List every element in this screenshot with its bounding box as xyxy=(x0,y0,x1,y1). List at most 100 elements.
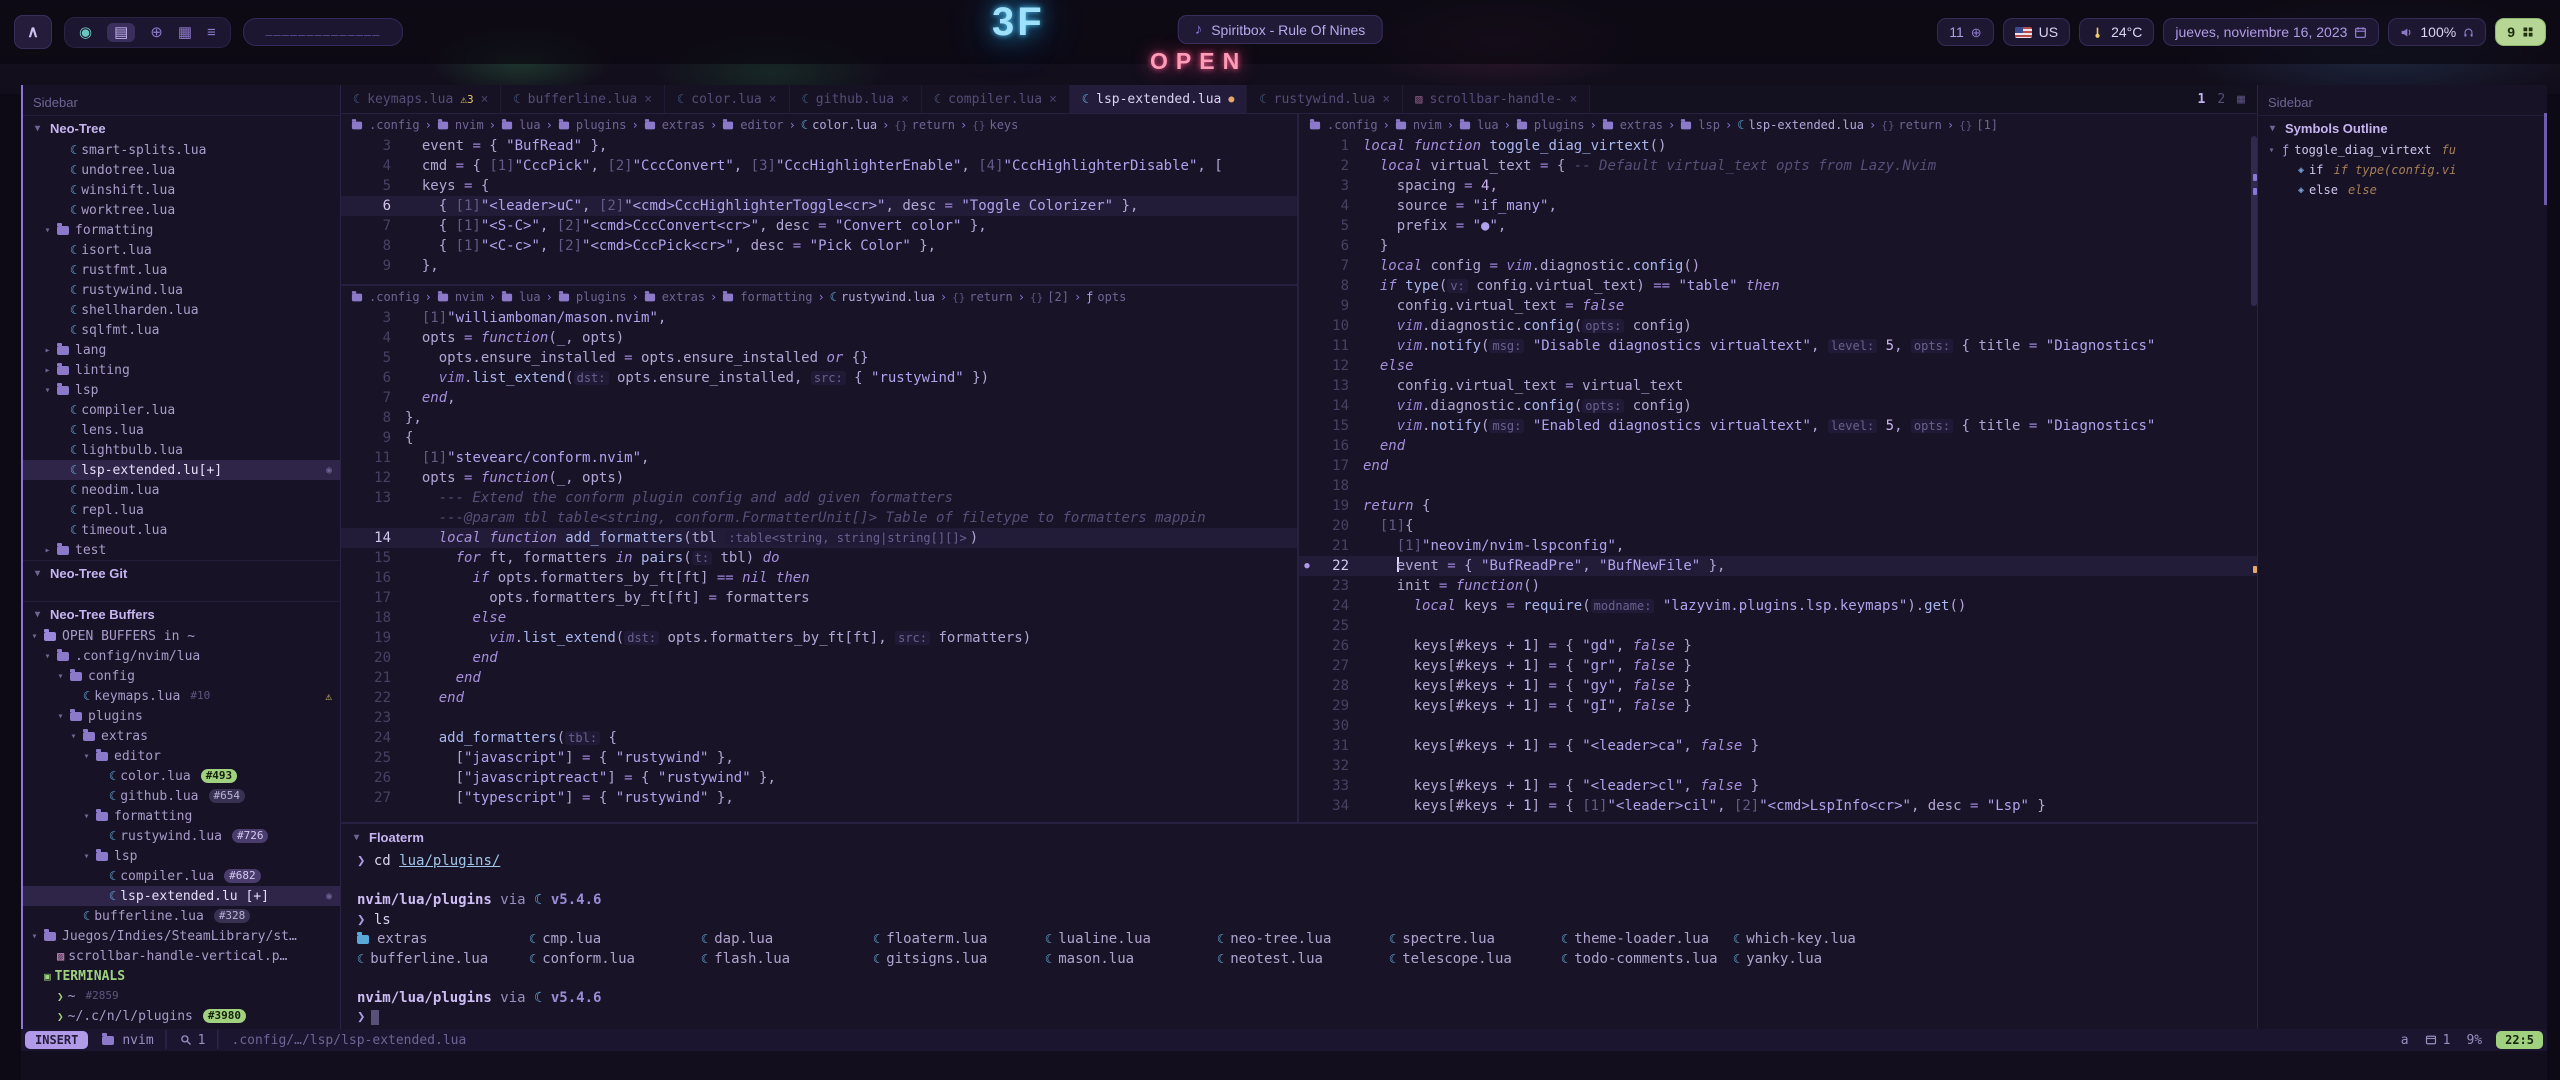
tree-item[interactable]: ☾rustywind.lua#726 xyxy=(23,826,340,846)
file-entry[interactable]: ☾bufferline.lua xyxy=(357,950,529,970)
code-line[interactable]: 18 else xyxy=(341,608,1297,628)
tree-item[interactable]: ▾lsp xyxy=(23,380,340,400)
tree-item[interactable]: ☾github.lua#654 xyxy=(23,786,340,806)
tree-item[interactable]: ☾winshift.lua xyxy=(23,180,340,200)
tree-item[interactable]: ▾Juegos/Indies/SteamLibrary/st… xyxy=(23,926,340,946)
tree-item[interactable]: ☾compiler.lua xyxy=(23,400,340,420)
code-line[interactable]: 16 if opts.formatters_by_ft[ft] == nil t… xyxy=(341,568,1297,588)
tree-item[interactable]: ☾undotree.lua xyxy=(23,160,340,180)
code-line[interactable]: 27 ["typescript"] = { "rustywind" }, xyxy=(341,788,1297,808)
code-line[interactable]: 8}, xyxy=(341,408,1297,428)
code-line[interactable]: ---@param tbl table<string, conform.Form… xyxy=(341,508,1297,528)
system-status-icon[interactable]: ◉ xyxy=(79,25,92,40)
close-icon[interactable]: × xyxy=(769,92,777,107)
code-line[interactable]: 33 keys[#keys + 1] = { "<leader>cl", fal… xyxy=(1299,776,2257,796)
tree-item[interactable]: ☾keymaps.lua#10⚠ xyxy=(23,686,340,706)
breadcrumb-item[interactable]: formatting xyxy=(722,290,812,304)
tab[interactable]: ☾github.lua× xyxy=(790,85,922,113)
breadcrumb-item[interactable]: .config xyxy=(1309,118,1378,132)
code-line[interactable]: 30 xyxy=(1299,716,2257,736)
tree-item[interactable]: ☾lsp-extended.lu[+]◉ xyxy=(23,460,340,480)
tree-item[interactable]: ☾color.lua#493 xyxy=(23,766,340,786)
code-line[interactable]: 21 end xyxy=(341,668,1297,688)
file-entry[interactable]: ☾lualine.lua xyxy=(1045,930,1217,950)
file-entry[interactable]: ☾telescope.lua xyxy=(1389,950,1561,970)
breadcrumb-item[interactable]: nvim xyxy=(1395,118,1442,132)
updates-module[interactable]: 11 ⊕ xyxy=(1937,18,1993,46)
code-line[interactable]: 8 if type(v: config.virtual_text) == "ta… xyxy=(1299,276,2257,296)
tab[interactable]: ☾color.lua× xyxy=(665,85,790,113)
tree-item[interactable]: ☾repl.lua xyxy=(23,500,340,520)
code-line[interactable]: 23 init = function() xyxy=(1299,576,2257,596)
outline-scrollbar[interactable] xyxy=(2544,113,2547,205)
close-icon[interactable]: × xyxy=(901,92,909,107)
breadcrumb-item[interactable]: lua xyxy=(501,290,541,304)
close-icon[interactable]: × xyxy=(644,92,652,107)
file-entry[interactable]: ☾floaterm.lua xyxy=(873,930,1045,950)
file-entry[interactable]: extras xyxy=(357,930,529,950)
tree-item[interactable]: ▾editor xyxy=(23,746,340,766)
tab[interactable]: ▨scrollbar-handle-× xyxy=(1403,85,1590,113)
code-line[interactable]: 6 } xyxy=(1299,236,2257,256)
tree-item[interactable]: ☾rustfmt.lua xyxy=(23,260,340,280)
tree-group-header[interactable]: ▾Neo-Tree Git xyxy=(23,560,340,585)
code-line[interactable]: 31 keys[#keys + 1] = { "<leader>ca", fal… xyxy=(1299,736,2257,756)
tab[interactable]: ☾compiler.lua× xyxy=(922,85,1070,113)
code-line[interactable]: 16 end xyxy=(1299,436,2257,456)
file-entry[interactable]: ☾flash.lua xyxy=(701,950,873,970)
file-path[interactable]: .config/…/lsp/lsp-extended.lua xyxy=(224,1033,475,1048)
tree-item[interactable]: ▨scrollbar-handle-vertical.p… xyxy=(23,946,340,966)
tree-item[interactable]: ☾shellharden.lua xyxy=(23,300,340,320)
file-entry[interactable]: ☾neotest.lua xyxy=(1217,950,1389,970)
tree-group-header[interactable]: ▾Neo-Tree Buffers xyxy=(23,601,340,626)
launcher-button[interactable]: ∧ xyxy=(14,15,52,49)
outline-item[interactable]: ◈ifif type(config.vi xyxy=(2258,160,2547,180)
file-entry[interactable]: ☾neo-tree.lua xyxy=(1217,930,1389,950)
weather-module[interactable]: 24°C xyxy=(2079,18,2154,46)
tree-item[interactable]: ▾extras xyxy=(23,726,340,746)
volume-module[interactable]: 100% xyxy=(2388,18,2486,46)
code-line[interactable]: 3 event = { "BufRead" }, xyxy=(341,136,1297,156)
code-line[interactable]: 21 [1]"neovim/nvim-lspconfig", xyxy=(1299,536,2257,556)
tree-item[interactable]: ☾worktree.lua xyxy=(23,200,340,220)
breadcrumb-item[interactable]: plugins xyxy=(1516,118,1585,132)
file-entry[interactable]: ☾mason.lua xyxy=(1045,950,1217,970)
code-line[interactable]: 5 opts.ensure_installed = opts.ensure_in… xyxy=(341,348,1297,368)
code-line[interactable]: 25 xyxy=(1299,616,2257,636)
tab-number[interactable]: 1 xyxy=(2198,92,2206,107)
breadcrumb-item[interactable]: {}return xyxy=(894,118,955,132)
code-line[interactable]: 6 vim.list_extend(dst: opts.ensure_insta… xyxy=(341,368,1297,388)
code-line[interactable]: 23 xyxy=(341,708,1297,728)
tree-item[interactable]: ☾isort.lua xyxy=(23,240,340,260)
code-line[interactable]: 26 ["javascriptreact"] = { "rustywind" }… xyxy=(341,768,1297,788)
file-entry[interactable]: ☾todo-comments.lua xyxy=(1561,950,1733,970)
code-line[interactable]: 11 [1]"stevearc/conform.nvim", xyxy=(341,448,1297,468)
tree-item[interactable]: ▾plugins xyxy=(23,706,340,726)
tree-item[interactable]: ☾lightbulb.lua xyxy=(23,440,340,460)
breadcrumb-item[interactable]: {}[1] xyxy=(1959,118,1998,132)
tree-item[interactable]: ☾timeout.lua xyxy=(23,520,340,540)
cmdline[interactable] xyxy=(21,1051,2547,1080)
breadcrumb-item[interactable]: editor xyxy=(722,118,783,132)
code-line[interactable]: 15 for ft, formatters in pairs(t: tbl) d… xyxy=(341,548,1297,568)
code-line[interactable]: 18 xyxy=(1299,476,2257,496)
breadcrumb-item[interactable]: {}return xyxy=(1881,118,1942,132)
tree-group-header[interactable]: ▾Neo-Tree xyxy=(23,115,340,140)
code-line[interactable]: 5 keys = { xyxy=(341,176,1297,196)
now-playing[interactable]: ♪ Spiritbox - Rule Of Nines xyxy=(1178,15,1383,44)
code-line[interactable]: 20 [1]{ xyxy=(1299,516,2257,536)
code-line[interactable]: 17end xyxy=(1299,456,2257,476)
tree-item[interactable]: ☾lens.lua xyxy=(23,420,340,440)
file-entry[interactable]: ☾cmp.lua xyxy=(529,930,701,950)
tree-item[interactable]: ☾compiler.lua#682 xyxy=(23,866,340,886)
tree-item[interactable]: ▸lang xyxy=(23,340,340,360)
code-line[interactable]: 28 keys[#keys + 1] = { "gy", false } xyxy=(1299,676,2257,696)
breadcrumb-item[interactable]: .config xyxy=(351,290,420,304)
notes-icon[interactable]: ≡ xyxy=(207,25,216,40)
battery-module[interactable]: 9 xyxy=(2495,18,2546,46)
breadcrumb-item[interactable]: {}[2] xyxy=(1030,290,1069,304)
tree-item[interactable]: ☾smart-splits.lua xyxy=(23,140,340,160)
code-line[interactable]: 27 keys[#keys + 1] = { "gr", false } xyxy=(1299,656,2257,676)
tree-item[interactable]: ☾rustywind.lua xyxy=(23,280,340,300)
file-entry[interactable]: ☾gitsigns.lua xyxy=(873,950,1045,970)
